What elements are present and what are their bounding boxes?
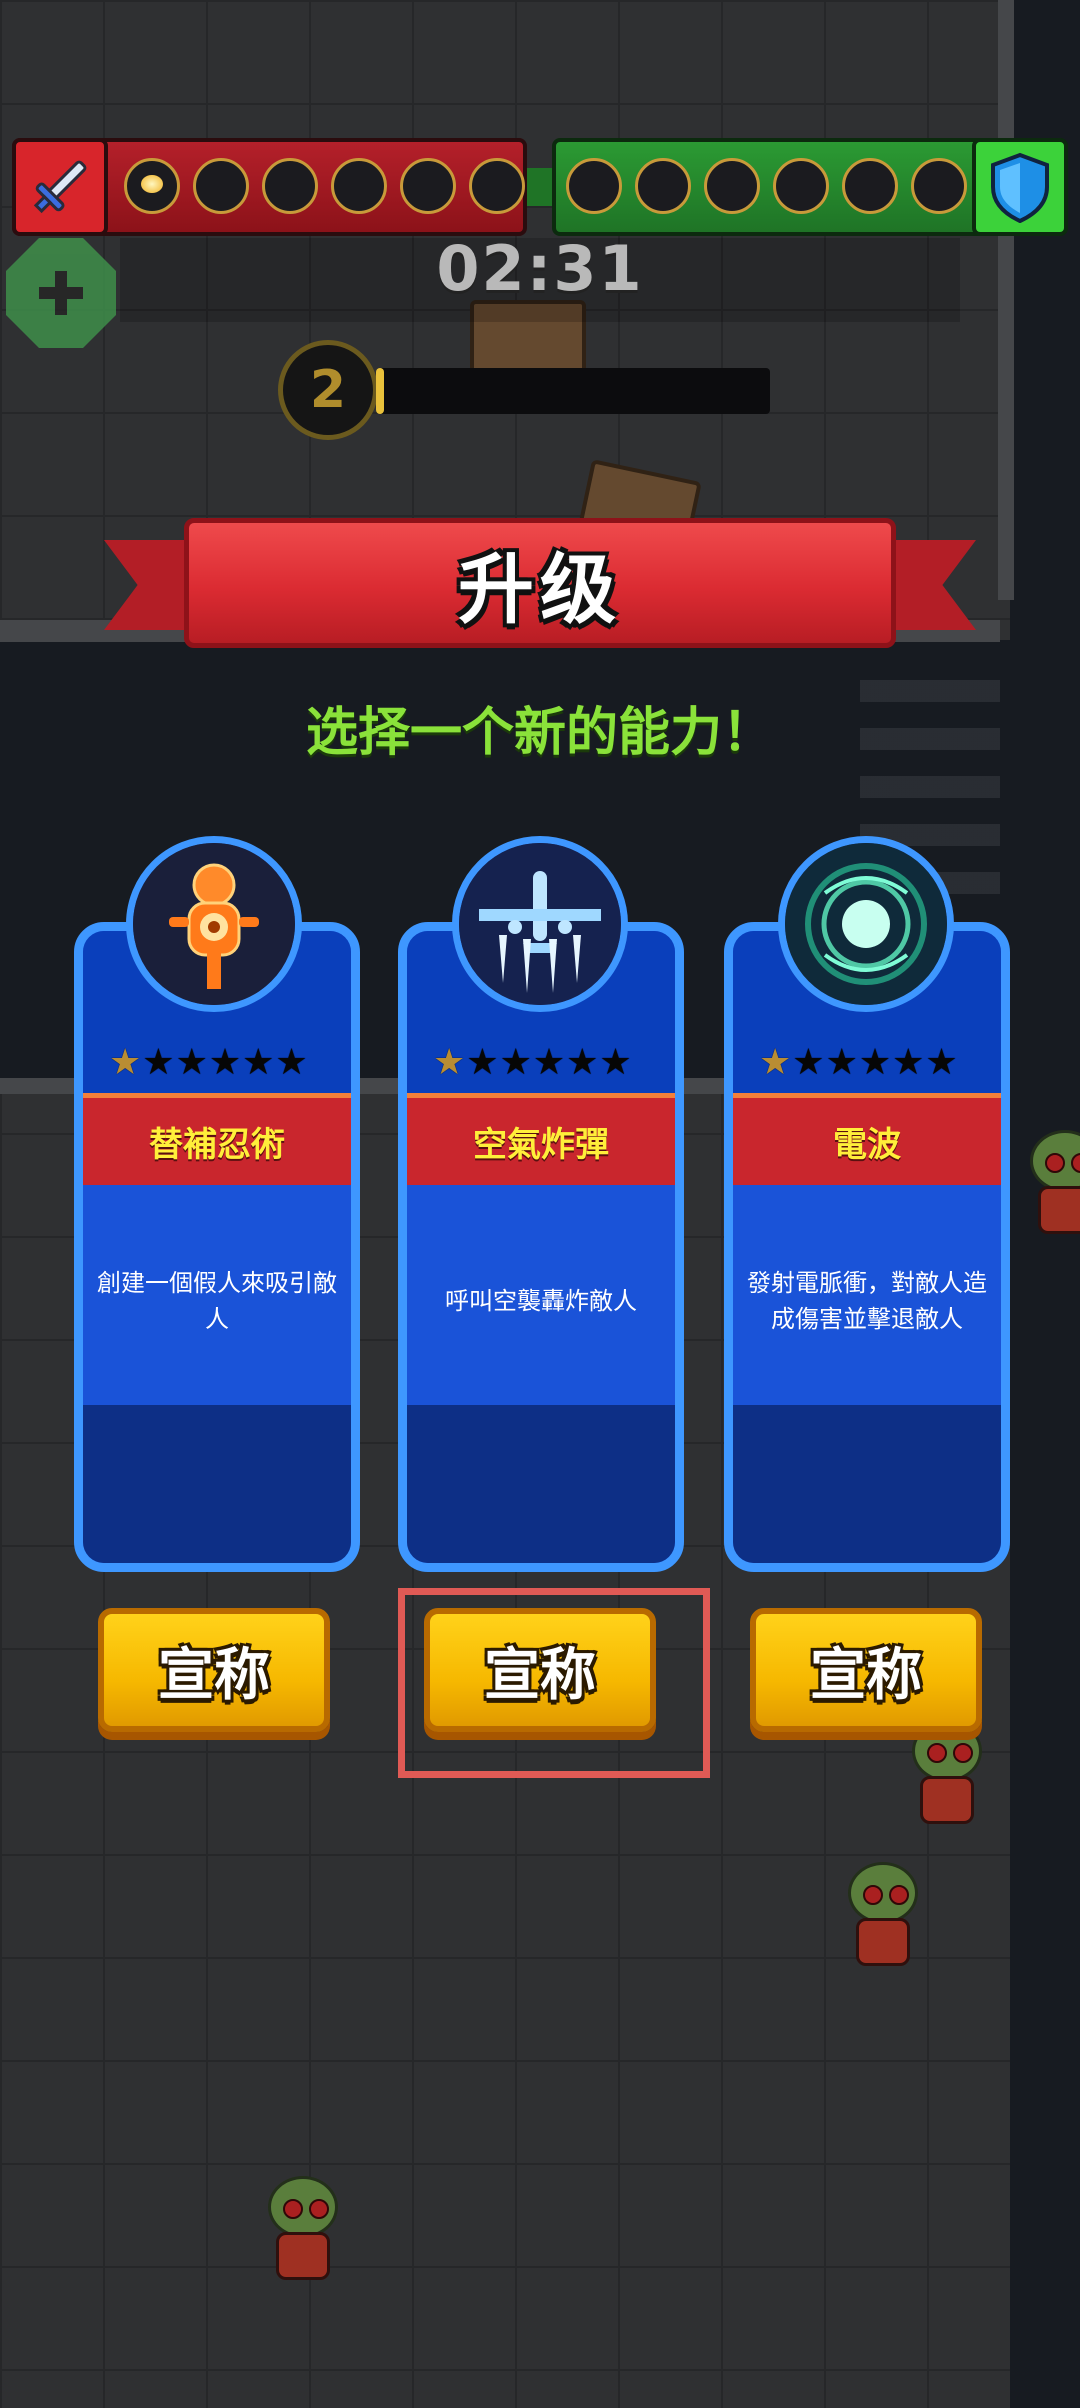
star-empty-icon: ★ (825, 1042, 858, 1083)
ability-name: 電波 (833, 1125, 901, 1165)
ability-description: 發射電脈衝，對敵人造成傷害並擊退敵人 (747, 1269, 987, 1333)
ability-name-banner: 電波 (733, 1093, 1001, 1185)
star-empty-icon: ★ (242, 1042, 275, 1083)
ability-description: 創建一個假人來吸引敵人 (97, 1269, 337, 1333)
experience-bar-fill (376, 368, 384, 414)
ability-card-electric-wave[interactable]: ★ ★ ★ ★ ★ ★ 電波 發射電脈衝，對敵人造成傷害並擊退敵人 (724, 922, 1010, 1572)
star-empty-icon: ★ (599, 1042, 632, 1083)
sword-icon (12, 138, 108, 236)
selection-highlight (398, 1588, 710, 1778)
star-filled-icon: ★ (433, 1042, 466, 1083)
star-empty-icon: ★ (892, 1042, 925, 1083)
upgrade-title: 升级 (458, 545, 622, 634)
star-empty-icon: ★ (142, 1042, 175, 1083)
star-empty-icon: ★ (792, 1042, 825, 1083)
star-empty-icon: ★ (175, 1042, 208, 1083)
attack-slot (124, 158, 180, 214)
ability-name-banner: 空氣炸彈 (407, 1093, 675, 1185)
attack-slot (262, 158, 318, 214)
star-filled-icon: ★ (109, 1042, 142, 1083)
battle-status-bar (12, 138, 1068, 236)
shield-icon (972, 138, 1068, 236)
star-empty-icon: ★ (208, 1042, 242, 1083)
defense-slot (911, 158, 967, 214)
decoy-dummy-icon (126, 836, 302, 1012)
star-empty-icon: ★ (858, 1042, 892, 1083)
star-rating: ★ ★ ★ ★ ★ ★ (109, 1045, 308, 1081)
upgrade-subtitle: 选择一个新的能力！ (305, 703, 774, 763)
star-empty-icon: ★ (532, 1042, 566, 1083)
star-filled-icon: ★ (759, 1042, 792, 1083)
ability-card-airstrike[interactable]: ★ ★ ★ ★ ★ ★ 空氣炸彈 呼叫空襲轟炸敵人 (398, 922, 684, 1572)
experience-bar (376, 368, 770, 414)
defense-slot (842, 158, 898, 214)
star-empty-icon: ★ (466, 1042, 499, 1083)
bar-connector (527, 168, 552, 206)
attack-slot (331, 158, 387, 214)
attack-slot (193, 158, 249, 214)
defense-slot (704, 158, 760, 214)
player-level-badge: 2 (278, 340, 378, 440)
attack-slot (469, 158, 525, 214)
defense-slot (566, 158, 622, 214)
ability-description: 呼叫空襲轟炸敵人 (445, 1287, 637, 1315)
star-rating: ★ ★ ★ ★ ★ ★ (759, 1045, 958, 1081)
star-empty-icon: ★ (566, 1042, 599, 1083)
claim-button-electric-wave[interactable]: 宣称 (750, 1608, 982, 1732)
ability-name-banner: 替補忍術 (83, 1093, 351, 1185)
airstrike-plane-icon (452, 836, 628, 1012)
attack-slot (400, 158, 456, 214)
star-empty-icon: ★ (275, 1042, 308, 1083)
ability-name: 替補忍術 (149, 1125, 285, 1165)
star-rating: ★ ★ ★ ★ ★ ★ (433, 1045, 632, 1081)
upgrade-ribbon: 升级 (184, 518, 896, 648)
star-empty-icon: ★ (925, 1042, 958, 1083)
star-empty-icon: ★ (499, 1042, 532, 1083)
match-timer: 02:31 (436, 232, 644, 305)
defense-slot (635, 158, 691, 214)
electric-wave-icon (778, 836, 954, 1012)
ability-name: 空氣炸彈 (473, 1125, 609, 1165)
claim-button-decoy[interactable]: 宣称 (98, 1608, 330, 1732)
ability-card-decoy[interactable]: ★ ★ ★ ★ ★ ★ 替補忍術 創建一個假人來吸引敵人 (74, 922, 360, 1572)
defense-slot (773, 158, 829, 214)
